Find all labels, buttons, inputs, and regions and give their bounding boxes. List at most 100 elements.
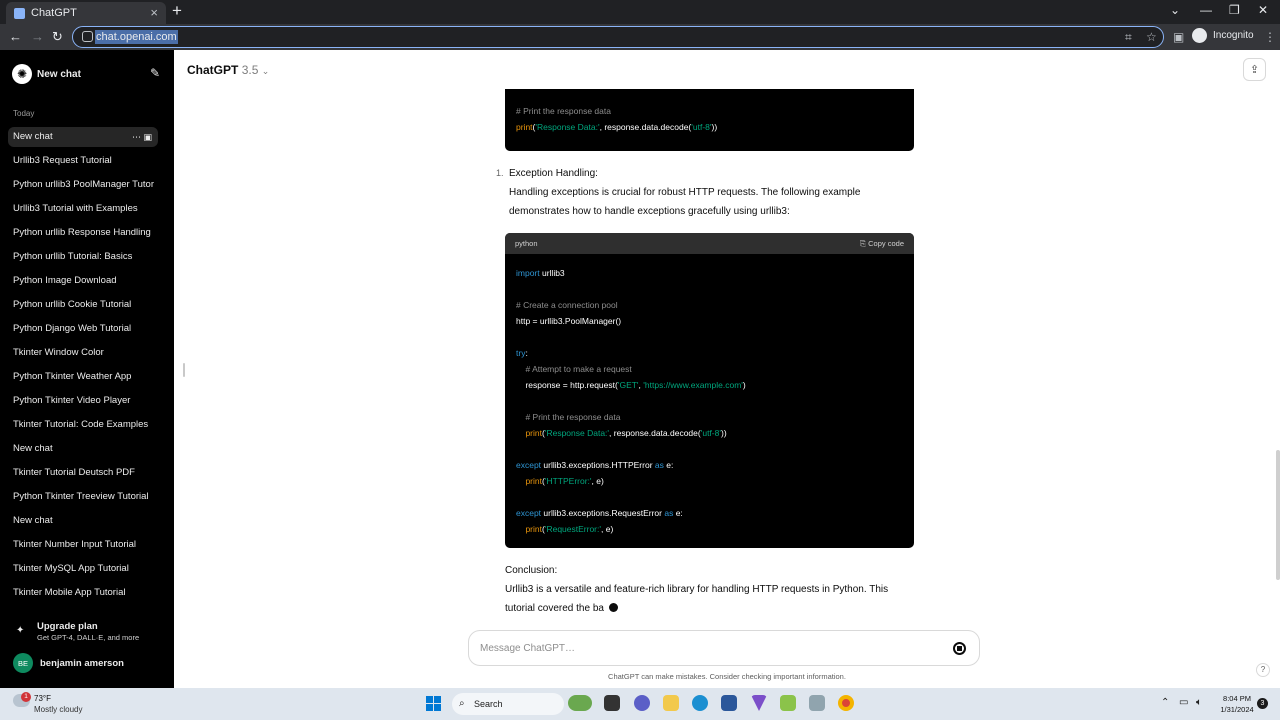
notepad-icon[interactable]	[780, 695, 796, 711]
widgets-icon[interactable]	[568, 695, 592, 711]
list-number: 1.	[496, 168, 504, 178]
chat-scrollbar[interactable]	[1276, 450, 1280, 580]
sidebar-chat-item[interactable]: Python urllib Cookie Tutorial	[8, 295, 158, 315]
sidebar-chat-item[interactable]: Python urllib Response Handling	[8, 223, 158, 243]
forward-icon[interactable]: →	[31, 29, 44, 44]
code-string: 'GET'	[617, 380, 639, 390]
sidebar-chat-label: Python urllib Response Handling	[13, 227, 151, 238]
sidebar-chat-item[interactable]: Tkinter Tutorial: Code Examples	[8, 415, 158, 435]
clock-time[interactable]: 8:04 PM	[1219, 694, 1255, 703]
chrome-icon[interactable]	[838, 695, 854, 711]
photos-icon[interactable]	[809, 695, 825, 711]
sidebar-resize-handle[interactable]	[183, 363, 185, 377]
conclusion-line-text: tutorial covered the ba	[505, 603, 604, 614]
message-input[interactable]: Message ChatGPT…	[480, 643, 575, 654]
sidebar-chat-label: New chat	[13, 131, 53, 142]
new-tab-icon[interactable]: +	[172, 1, 182, 21]
share-button[interactable]: ⇪	[1243, 58, 1266, 81]
sidebar-chat-item[interactable]: Tkinter Mobile App Tutorial	[8, 583, 158, 603]
network-icon[interactable]: ▭	[1179, 697, 1188, 708]
code-builtin: print	[525, 476, 542, 486]
section-title: Exception Handling:	[509, 168, 598, 179]
sidebar-chat-label: Python urllib Tutorial: Basics	[13, 251, 133, 262]
address-bar[interactable]: chat.openai.com ⌗ ☆	[72, 26, 1164, 48]
windows-start-icon[interactable]	[426, 696, 441, 711]
taskbar-search[interactable]: ⌕ Search	[452, 693, 564, 715]
code-line: import urllib3	[516, 268, 565, 278]
code-line: except urllib3.exceptions.RequestError a…	[516, 508, 683, 518]
code-line: # Print the response data	[516, 106, 611, 116]
sidebar-chat-item[interactable]: Python urllib3 PoolManager Tutor	[8, 175, 158, 195]
eye-off-icon[interactable]: ⌗	[1125, 30, 1132, 45]
vpn-icon[interactable]	[751, 695, 767, 711]
sidebar-chat-item[interactable]: Tkinter Number Input Tutorial	[8, 535, 158, 555]
chevron-down-icon: ⌄	[261, 66, 270, 76]
incognito-indicator[interactable]: Incognito	[1192, 28, 1254, 43]
sidebar-chat-item[interactable]: New chat	[8, 439, 158, 459]
code-header: python ⎘ Copy code	[505, 233, 914, 254]
chat-options-icon[interactable]: ⋯ ▣	[132, 127, 152, 147]
maximize-icon[interactable]: ❐	[1229, 3, 1240, 17]
chevron-up-icon[interactable]: ⌃	[1161, 697, 1169, 708]
sparkle-icon: ✦	[16, 625, 25, 636]
weather-temperature[interactable]: 73°F	[34, 694, 51, 703]
message-composer[interactable]: Message ChatGPT…	[468, 630, 980, 666]
sidebar-chat-label: Python urllib Cookie Tutorial	[13, 299, 132, 310]
section-today: Today	[13, 109, 35, 118]
reload-icon[interactable]: ↻	[52, 29, 63, 45]
sidebar-chat-label: Python Django Web Tutorial	[13, 323, 132, 334]
sidebar-chat-item[interactable]: Python Django Web Tutorial	[8, 319, 158, 339]
notification-badge[interactable]: 3	[1257, 698, 1268, 709]
code-block-1: # Print the response data print('Respons…	[505, 89, 914, 151]
task-view-icon[interactable]	[604, 695, 620, 711]
sidebar-chat-item[interactable]: Urllib3 Tutorial with Examples	[8, 199, 158, 219]
volume-icon[interactable]: 🔈︎	[1196, 697, 1202, 708]
model-selector[interactable]: ChatGPT 3.5 ⌄	[187, 63, 269, 77]
help-icon[interactable]: ?	[1256, 663, 1270, 677]
sidebar-chat-item[interactable]: Python Tkinter Weather App	[8, 367, 158, 387]
close-tab-icon[interactable]: ×	[150, 5, 158, 20]
sidebar-new-chat[interactable]: ✺ New chat ✎	[8, 62, 160, 86]
url-text[interactable]: chat.openai.com	[95, 30, 178, 44]
sidebar-chat-item[interactable]: Python Tkinter Treeview Tutorial	[8, 487, 158, 507]
edit-icon[interactable]: ✎	[150, 66, 160, 80]
share-icon: ⇪	[1249, 64, 1260, 76]
code-keyword: except	[516, 508, 542, 518]
sidebar-chat-item[interactable]: Tkinter Tutorial Deutsch PDF	[8, 463, 158, 483]
edge-icon[interactable]	[692, 695, 708, 711]
clipboard-icon: ⎘	[860, 239, 869, 248]
sidebar-chat-item[interactable]: New chat ⋯ ▣	[8, 127, 158, 147]
sidebar-chat-item[interactable]: Urllib3 Request Tutorial	[8, 151, 158, 171]
tab-search-icon[interactable]: ⌄	[1170, 3, 1180, 17]
store-icon[interactable]	[721, 695, 737, 711]
copy-code-button[interactable]: ⎘ Copy code	[860, 233, 904, 254]
chatgpt-favicon-icon	[14, 7, 25, 19]
stop-generating-icon[interactable]	[953, 642, 966, 655]
sidebar-chat-label: Python urllib3 PoolManager Tutor	[13, 179, 154, 190]
user-menu[interactable]: BE benjamin amerson	[13, 653, 124, 673]
teams-chat-icon[interactable]	[634, 695, 650, 711]
clock-date[interactable]: 1/31/2024	[1214, 705, 1260, 714]
sidebar-chat-label: Python Tkinter Weather App	[13, 371, 132, 382]
site-info-icon[interactable]	[82, 31, 93, 42]
sidebar-chat-item[interactable]: New chat	[8, 511, 158, 531]
sidebar-chat-item[interactable]: Python Image Download	[8, 271, 158, 291]
code-keyword: try	[516, 348, 526, 358]
menu-dots-icon[interactable]: ⋮	[1264, 30, 1276, 44]
close-window-icon[interactable]: ✕	[1258, 3, 1268, 17]
minimize-icon[interactable]: —	[1200, 3, 1212, 17]
incognito-icon	[1192, 28, 1207, 43]
side-panel-icon[interactable]: ▣	[1173, 30, 1184, 44]
back-icon[interactable]: ←	[9, 29, 22, 44]
sidebar-chat-label: Urllib3 Request Tutorial	[13, 155, 112, 166]
file-explorer-icon[interactable]	[663, 695, 679, 711]
weather-condition[interactable]: Mostly cloudy	[34, 705, 82, 714]
bookmark-star-icon[interactable]: ☆	[1146, 30, 1157, 44]
code-string: 'https://www.example.com'	[643, 380, 743, 390]
openai-logo-icon: ✺	[12, 64, 32, 84]
sidebar-chat-item[interactable]: Python Tkinter Video Player	[8, 391, 158, 411]
sidebar-chat-item[interactable]: Tkinter MySQL App Tutorial	[8, 559, 158, 579]
browser-tab[interactable]: ChatGPT ×	[6, 2, 166, 24]
sidebar-chat-item[interactable]: Tkinter Window Color	[8, 343, 158, 363]
sidebar-chat-item[interactable]: Python urllib Tutorial: Basics	[8, 247, 158, 267]
